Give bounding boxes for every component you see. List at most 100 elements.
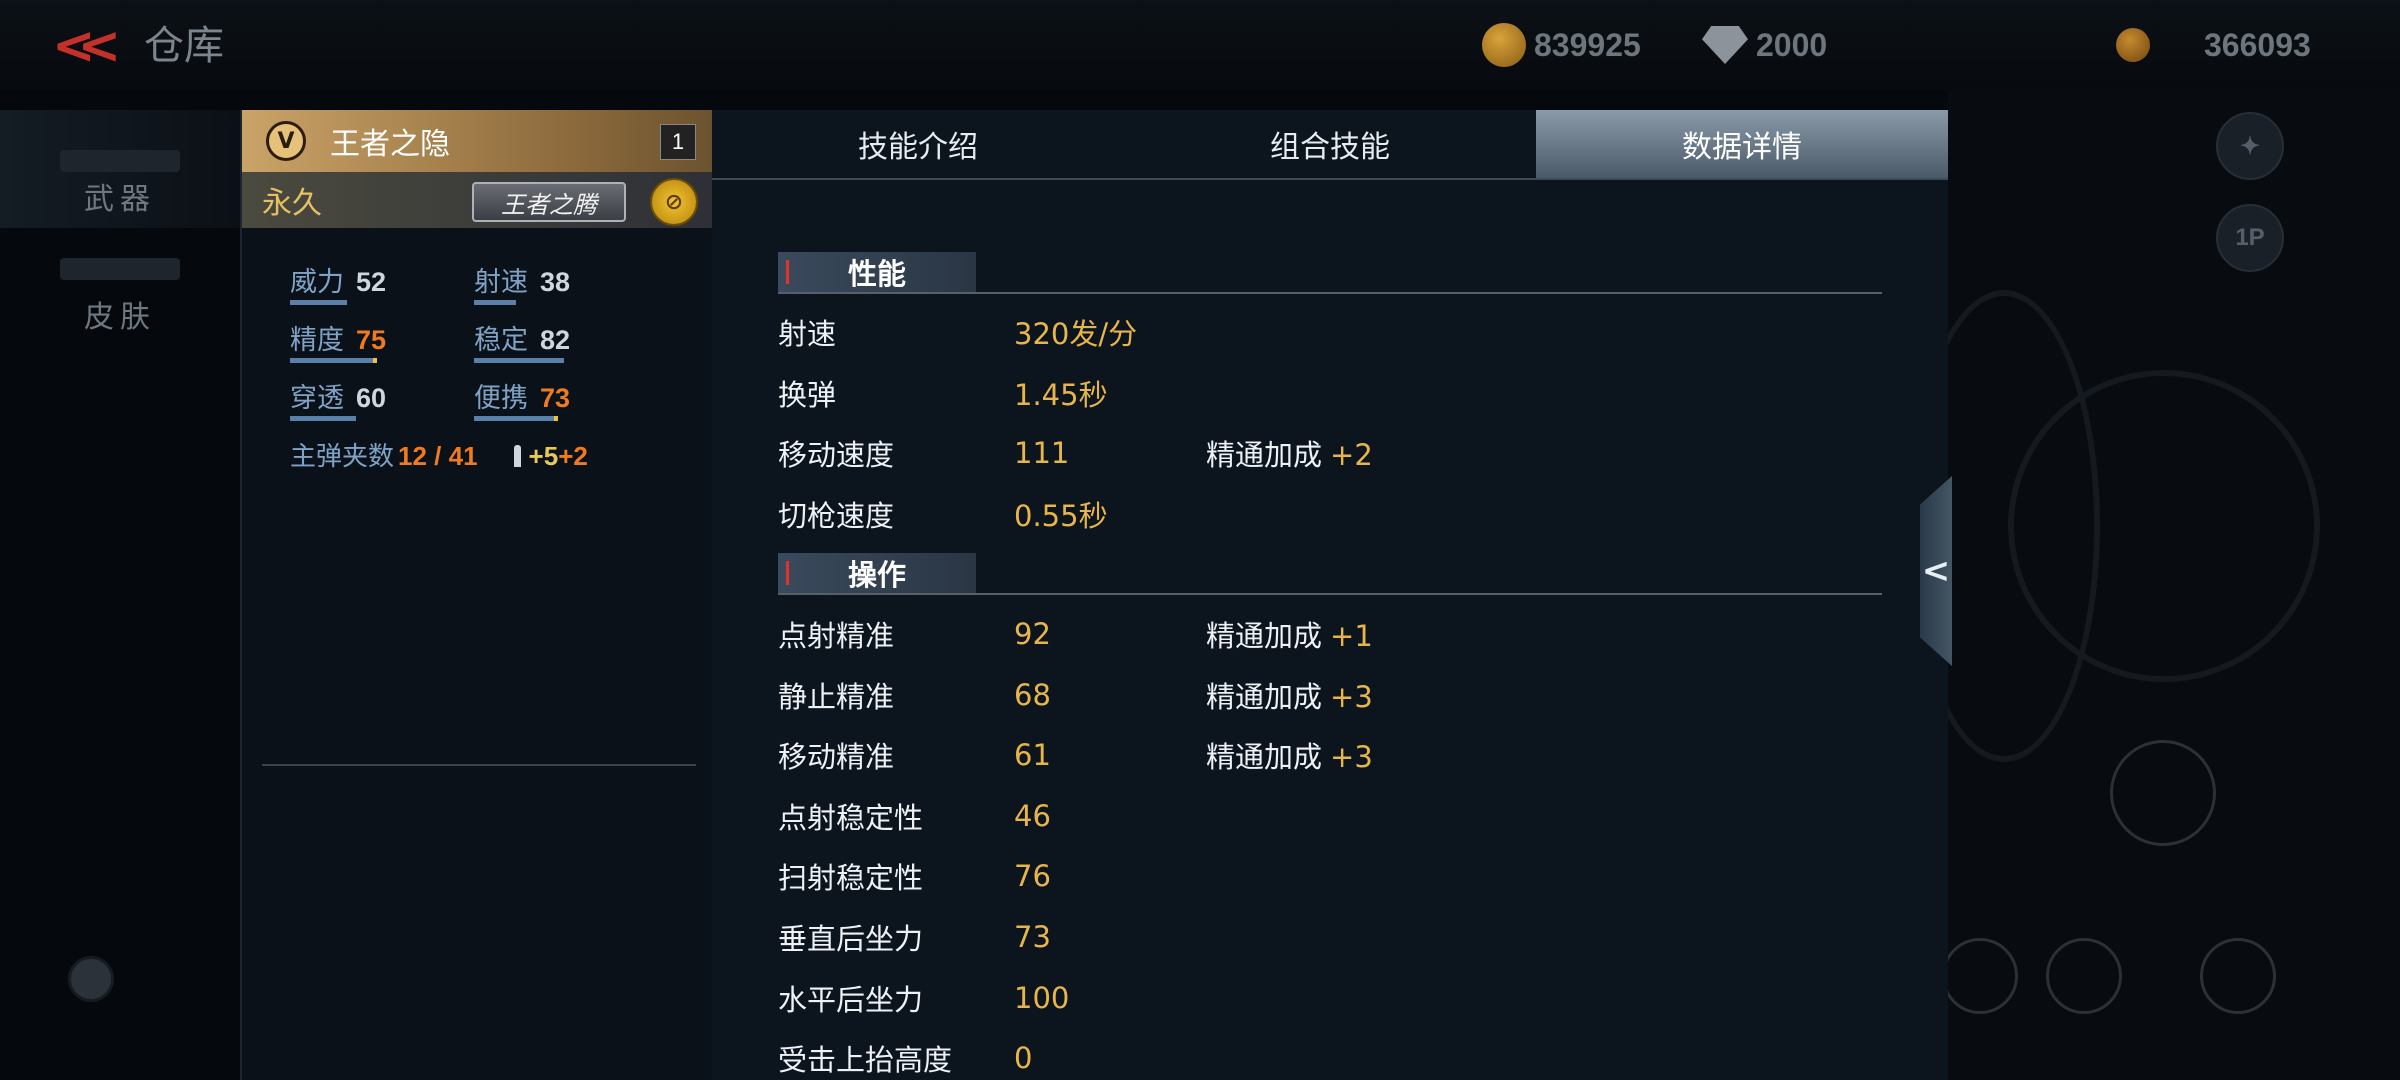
mastery-bonus: 精通加成 +3	[1206, 674, 1373, 716]
mastery-bonus	[1206, 315, 1214, 349]
data-row: 静止精准 68 精通加成 +3	[778, 675, 1373, 715]
stat-value: 82	[540, 325, 571, 355]
stat-bar	[474, 358, 564, 363]
perspective-button[interactable]: 1P	[2216, 204, 2284, 272]
left-nav: 武器 皮肤	[0, 110, 240, 346]
stat-accuracy: 精度 75	[290, 318, 474, 376]
stat-label: 射速	[474, 267, 528, 298]
data-row: 移动速度 111 精通加成 +2	[778, 433, 1373, 473]
stat-bar	[290, 300, 347, 305]
diamond-currency: 2000	[1702, 22, 1827, 68]
row-value: 92	[1014, 617, 1051, 651]
stat-bar	[290, 358, 377, 363]
section-title: 性能	[848, 257, 907, 291]
tab-data-details[interactable]: 数据详情	[1536, 110, 1948, 178]
weapon-badge: 王者之腾	[472, 182, 626, 222]
row-label: 射速	[778, 317, 837, 351]
gold-coin-icon	[1482, 23, 1526, 67]
bonus-value: +3	[1330, 679, 1373, 714]
diamond-icon	[1702, 26, 1748, 64]
row-label: 扫射稳定性	[778, 861, 924, 896]
token-currency: 366093	[2116, 22, 2311, 68]
weapon-stats: 威力 52 射速 38 精度 75 稳定 82 穿透 60 便携 73 主弹夹数…	[290, 260, 710, 473]
indicator-dot-icon	[68, 956, 114, 1002]
stat-value: 60	[356, 383, 387, 413]
back-arrow-icon[interactable]: <<	[52, 18, 121, 74]
stat-label: 稳定	[474, 325, 528, 356]
ammo-label: 主弹夹数	[290, 442, 395, 472]
bullet-button[interactable]	[2110, 740, 2216, 846]
section-label: 性能	[778, 252, 976, 292]
stat-label: 威力	[290, 267, 344, 298]
row-value: 0.55秒	[1014, 498, 1108, 533]
weapon-button[interactable]	[2200, 938, 2276, 1014]
nav-tab-label: 皮肤	[84, 300, 156, 335]
stat-fire-rate: 射速 38	[474, 260, 658, 318]
stat-penetration: 穿透 60	[290, 376, 474, 434]
mastery-bonus: 精通加成 +3	[1206, 734, 1373, 776]
stat-stability: 稳定 82	[474, 318, 658, 376]
nav-tab-skins[interactable]: 皮肤	[0, 228, 240, 346]
weapon-preview-area: ✦ 1P	[1908, 90, 2400, 1080]
top-bar	[0, 0, 2400, 90]
stat-label: 精度	[290, 325, 344, 356]
bonus-label: 精通加成	[1206, 438, 1323, 472]
section-operation: 操作	[778, 553, 1882, 595]
divider	[262, 764, 696, 766]
row-label: 移动精准	[778, 740, 895, 775]
mastery-bonus	[1206, 981, 1214, 1015]
weapon-subheader: 永久 王者之腾 ⊘	[242, 172, 712, 228]
ammo-bonus-a: +5	[528, 441, 559, 471]
data-row: 移动精准 61 精通加成 +3	[778, 735, 1373, 775]
token-icon	[2116, 28, 2150, 62]
data-row: 点射精准 92 精通加成 +1	[778, 614, 1373, 654]
gold-value: 839925	[1534, 26, 1641, 63]
data-row: 水平后坐力 100	[778, 978, 1214, 1018]
weapon-count: 1	[660, 124, 696, 160]
row-value: 73	[1014, 920, 1051, 954]
data-row: 换弹 1.45秒	[778, 373, 1214, 413]
stat-label: 穿透	[290, 383, 344, 414]
ammo-value: 12 / 41	[398, 441, 478, 471]
row-label: 移动速度	[778, 438, 895, 472]
skin-button[interactable]	[1942, 938, 2018, 1014]
red-marker	[786, 561, 789, 585]
row-value: 61	[1014, 738, 1051, 773]
stat-value: 75	[356, 325, 387, 355]
row-label: 静止精准	[778, 679, 895, 714]
collapse-panel-button[interactable]: <	[1920, 476, 1952, 666]
bonus-label: 精通加成	[1206, 679, 1323, 714]
row-value: 76	[1014, 859, 1051, 894]
ammo-bonus-b: +2	[558, 441, 588, 471]
stat-value: 73	[540, 383, 571, 413]
data-row: 扫射稳定性 76	[778, 856, 1214, 896]
diamond-value: 2000	[1756, 26, 1828, 63]
mastery-bonus	[1206, 859, 1214, 893]
swap-button[interactable]	[2046, 938, 2122, 1014]
bonus-value: +1	[1330, 619, 1373, 653]
bonus-label: 精通加成	[1206, 740, 1323, 775]
tab-combo-skills[interactable]: 组合技能	[1124, 110, 1536, 178]
red-marker	[786, 260, 789, 284]
medal-icon[interactable]: ⊘	[650, 178, 698, 226]
stat-bar	[474, 300, 516, 305]
gold-currency: 839925	[1482, 22, 1641, 68]
page-title: 仓库	[144, 23, 224, 69]
data-row: 射速 320发/分	[778, 312, 1214, 352]
weapon-duration: 永久	[262, 186, 322, 221]
mastery-bonus	[1206, 799, 1214, 833]
nav-tab-weapons[interactable]: 武器	[0, 110, 240, 228]
ammo-row: 主弹夹数 12 / 41 +5+2	[290, 436, 710, 473]
stat-bar	[474, 416, 558, 421]
tab-skill-intro[interactable]: 技能介绍	[712, 110, 1124, 178]
stat-portability: 便携 73	[474, 376, 658, 434]
stat-power: 威力 52	[290, 260, 474, 318]
stat-bar	[290, 416, 356, 421]
row-value: 111	[1014, 436, 1070, 470]
row-label: 切枪速度	[778, 498, 895, 533]
gamepad-button[interactable]: ✦	[2216, 112, 2284, 180]
mastery-bonus	[1206, 376, 1214, 410]
mastery-bonus	[1206, 1041, 1214, 1075]
stat-value: 38	[540, 267, 571, 297]
mastery-bonus: 精通加成 +1	[1206, 613, 1373, 655]
